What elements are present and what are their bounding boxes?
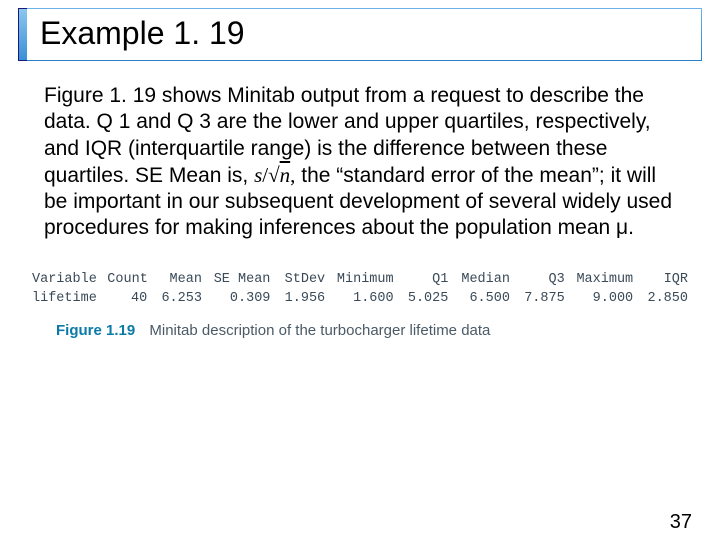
cell-iqr: 2.850	[637, 289, 692, 308]
cell-stdev: 1.956	[274, 289, 329, 308]
col-maximum: Maximum	[569, 270, 637, 289]
formula-n: n	[280, 163, 291, 187]
body-paragraph: Figure 1. 19 shows Minitab output from a…	[0, 61, 720, 242]
col-median: Median	[452, 270, 514, 289]
col-minimum: Minimum	[329, 270, 397, 289]
cell-q3: 7.875	[514, 289, 569, 308]
table-header-row: Variable Count Mean SE Mean StDev Minimu…	[28, 270, 692, 289]
cell-q1: 5.025	[398, 289, 453, 308]
col-count: Count	[103, 270, 151, 289]
col-se-mean: SE Mean	[206, 270, 274, 289]
cell-median: 6.500	[452, 289, 514, 308]
page-number: 37	[670, 511, 692, 534]
figure-label: Figure 1.19	[56, 322, 135, 339]
table-row: lifetime 40 6.253 0.309 1.956 1.600 5.02…	[28, 289, 692, 308]
slide-title: Example 1. 19	[26, 9, 701, 60]
minitab-output: Variable Count Mean SE Mean StDev Minimu…	[28, 270, 692, 339]
cell-maximum: 9.000	[569, 289, 637, 308]
cell-se-mean: 0.309	[206, 289, 274, 308]
col-stdev: StDev	[274, 270, 329, 289]
figure-caption: Figure 1.19 Minitab description of the t…	[56, 322, 692, 339]
col-variable: Variable	[28, 270, 103, 289]
stats-table: Variable Count Mean SE Mean StDev Minimu…	[28, 270, 692, 308]
figure-caption-text: Minitab description of the turbocharger …	[149, 322, 490, 339]
col-iqr: IQR	[637, 270, 692, 289]
slide: Example 1. 19 Figure 1. 19 shows Minitab…	[0, 8, 720, 548]
col-q1: Q1	[398, 270, 453, 289]
se-mean-formula: s/√n,	[254, 163, 295, 187]
col-mean: Mean	[151, 270, 206, 289]
cell-count: 40	[103, 289, 151, 308]
cell-mean: 6.253	[151, 289, 206, 308]
col-q3: Q3	[514, 270, 569, 289]
title-bar: Example 1. 19	[18, 8, 702, 61]
cell-variable: lifetime	[28, 289, 103, 308]
cell-minimum: 1.600	[329, 289, 397, 308]
